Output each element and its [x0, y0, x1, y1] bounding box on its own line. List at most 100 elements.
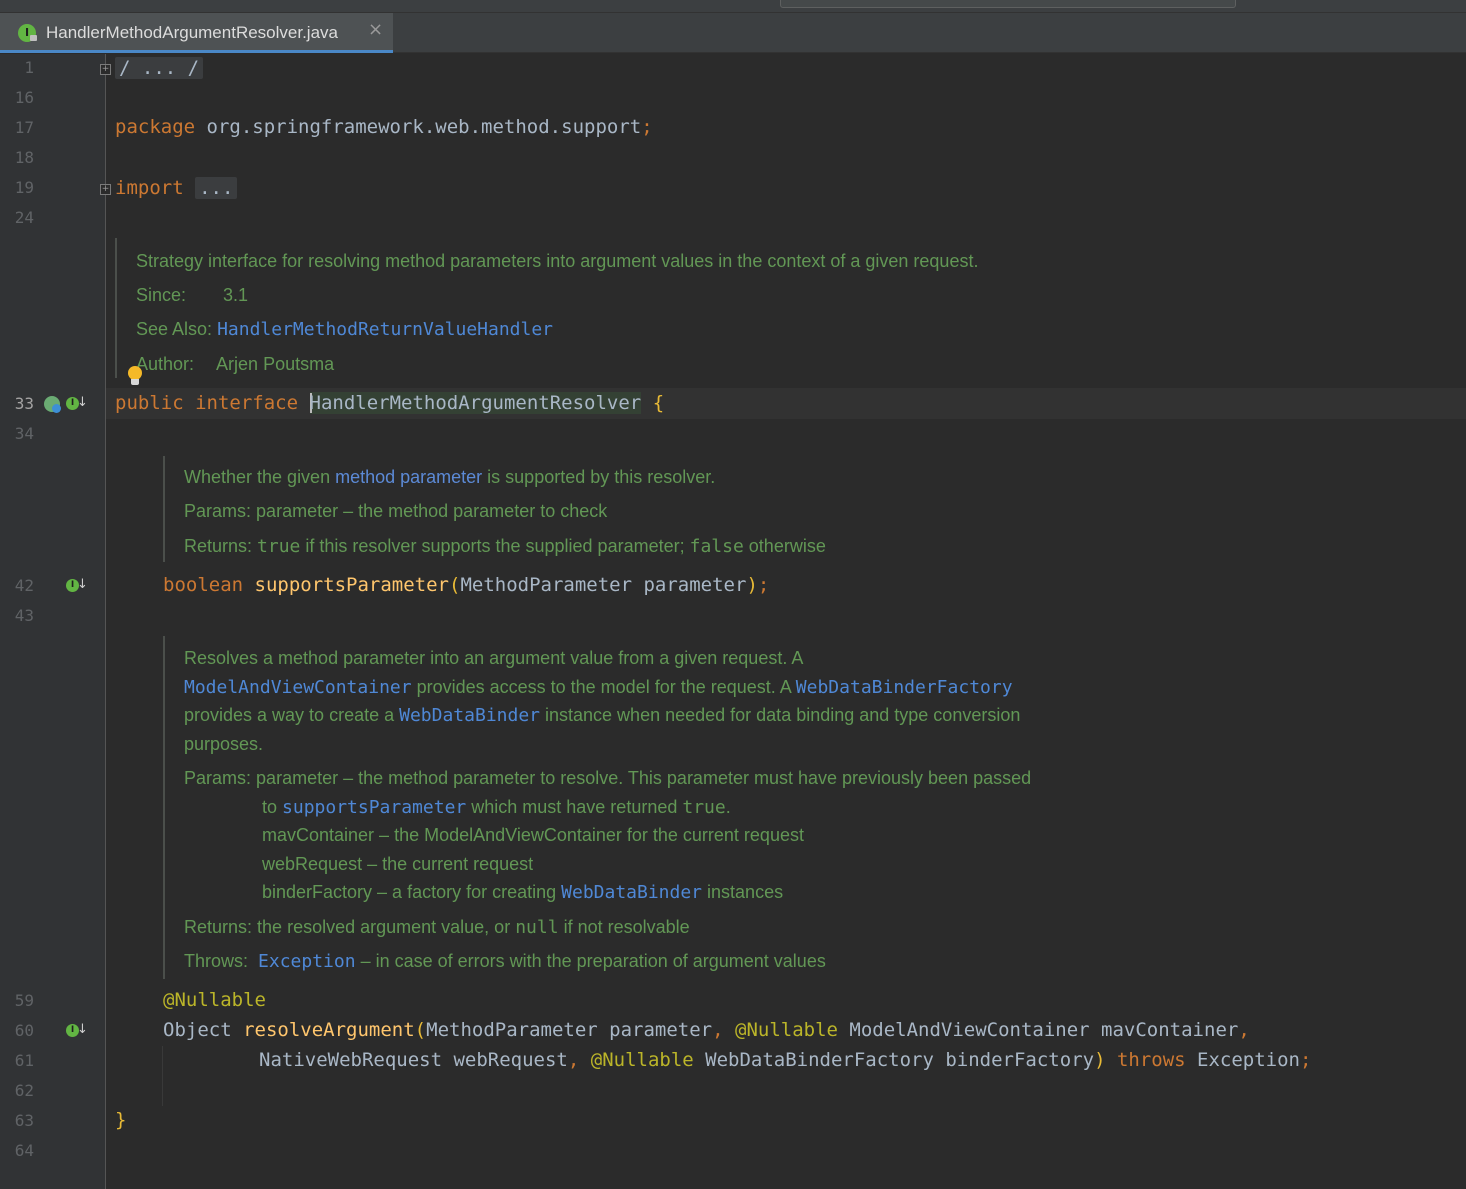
line-number: 63 — [14, 1111, 34, 1130]
javadoc-resolve-line2: ModelAndViewContainer provides access to… — [184, 677, 1013, 698]
line-number: 62 — [14, 1081, 34, 1100]
method-name-resolve-argument: resolveArgument — [243, 1019, 415, 1041]
line-number: 19 — [14, 178, 34, 197]
code-line-19[interactable]: import ... — [115, 176, 238, 200]
see-also-label: See Also: — [136, 319, 213, 339]
folded-imports[interactable]: ... — [195, 177, 238, 199]
line-number: 1 — [24, 58, 34, 77]
close-brace: } — [115, 1109, 127, 1131]
line-number: 43 — [14, 606, 34, 625]
line-number: 64 — [14, 1141, 34, 1160]
params-label: Params: — [184, 501, 252, 521]
open-brace: { — [652, 392, 665, 414]
code-line-1[interactable]: / ... / — [115, 56, 204, 80]
since-value: 3.1 — [223, 285, 249, 305]
title-strip — [0, 0, 1466, 13]
return-type: Object — [163, 1019, 244, 1041]
exception-link[interactable]: Exception — [258, 951, 356, 972]
params-label: Params: — [184, 768, 252, 788]
method-params: MethodParameter parameter — [460, 574, 747, 596]
method-name-supports-parameter: supportsParameter — [254, 574, 449, 596]
javadoc-resolve-params-3: mavContainer – the ModelAndViewContainer… — [262, 825, 804, 845]
indent-guide — [162, 1046, 163, 1106]
intention-bulb-icon[interactable] — [128, 366, 142, 385]
javadoc-resolve-params-5: binderFactory – a factory for creating W… — [262, 882, 784, 903]
line-number: 18 — [14, 148, 34, 167]
keyword-public: public — [115, 392, 184, 414]
annotation-nullable: @Nullable — [735, 1019, 838, 1041]
lock-icon — [30, 35, 37, 41]
javadoc-author: Author: Arjen Poutsma — [136, 352, 334, 376]
javadoc-resolve-throws: Throws: Exception – in case of errors wi… — [184, 951, 826, 972]
web-data-binder-link[interactable]: WebDataBinder — [399, 705, 540, 726]
javadoc-resolve-line3: provides a way to create a WebDataBinder… — [184, 705, 1021, 726]
throws-label: Throws: — [184, 951, 249, 971]
javadoc-resolve-params-4: webRequest – the current request — [262, 854, 534, 874]
since-label: Since: — [136, 285, 187, 305]
line-number: 34 — [14, 424, 34, 443]
supports-parameter-link[interactable]: supportsParameter — [282, 797, 466, 818]
keyword-interface: interface — [195, 392, 299, 414]
see-also-link[interactable]: HandlerMethodReturnValueHandler — [217, 319, 553, 340]
interface-file-icon: I — [18, 24, 37, 42]
keyword-package: package — [115, 116, 196, 138]
keyword-import: import — [115, 177, 184, 199]
close-icon[interactable]: × — [368, 19, 383, 40]
method-parameter-link[interactable]: method parameter — [335, 467, 482, 487]
javadoc-supports-params: Params: parameter – the method parameter… — [184, 499, 607, 523]
line-number: 17 — [14, 118, 34, 137]
fold-toggle-icon[interactable]: + — [100, 64, 111, 75]
semicolon: ; — [641, 116, 653, 138]
keyword-throws: throws — [1105, 1049, 1186, 1071]
go-to-implementation-arrow-icon[interactable]: ↓ — [77, 577, 88, 592]
code-line-60[interactable]: Object resolveArgument(MethodParameter p… — [163, 1018, 1250, 1042]
web-data-binder-link[interactable]: WebDataBinder — [561, 882, 702, 903]
javadoc-resolve-argument — [163, 636, 165, 979]
folded-header-comment[interactable]: / ... / — [115, 57, 204, 79]
javadoc-interface — [115, 238, 117, 378]
line-number: 60 — [14, 1021, 34, 1040]
line-number-current: 33 — [14, 394, 34, 413]
author-label: Author: — [136, 354, 195, 374]
javadoc-supports-parameter — [163, 456, 165, 562]
author-value: Arjen Poutsma — [216, 354, 335, 374]
returns-label: Returns: — [184, 536, 253, 556]
fold-toggle-icon[interactable]: + — [100, 184, 111, 195]
interface-name: HandlerMethodArgumentResolver — [309, 392, 642, 414]
tab-label: HandlerMethodArgumentResolver.java — [46, 23, 338, 42]
search-field[interactable] — [780, 0, 1236, 8]
annotation-nullable: @Nullable — [590, 1049, 694, 1071]
go-to-implementation-arrow-icon[interactable]: ↓ — [77, 1022, 88, 1037]
annotation-nullable: @Nullable — [163, 989, 266, 1011]
javadoc-resolve-line1: Resolves a method parameter into an argu… — [184, 648, 804, 668]
code-line-33[interactable]: public interface HandlerMethodArgumentRe… — [115, 391, 664, 415]
spring-bean-icon[interactable] — [44, 396, 61, 413]
code-line-42[interactable]: boolean supportsParameter(MethodParamete… — [163, 573, 769, 597]
code-line-61[interactable]: NativeWebRequest webRequest, @Nullable W… — [259, 1048, 1311, 1072]
returns-label: Returns: — [184, 917, 253, 937]
line-number: 24 — [14, 208, 34, 227]
web-data-binder-factory-link[interactable]: WebDataBinderFactory — [796, 677, 1013, 698]
javadoc-supports-summary: Whether the given method parameter is su… — [184, 467, 716, 487]
javadoc-resolve-returns: Returns: the resolved argument value, or… — [184, 917, 690, 938]
javadoc-resolve-params-2: to supportsParameter which must have ret… — [262, 797, 731, 818]
javadoc-summary: Strategy interface for resolving method … — [136, 251, 979, 271]
line-number: 42 — [14, 576, 34, 595]
javadoc-resolve-line4: purposes. — [184, 734, 264, 754]
editor-tab-bar: I HandlerMethodArgumentResolver.java × — [0, 13, 1466, 53]
javadoc-since: Since: 3.1 — [136, 283, 248, 307]
javadoc-resolve-params-1: Params: parameter – the method parameter… — [184, 768, 1032, 788]
tab-handler-method-argument-resolver[interactable]: I HandlerMethodArgumentResolver.java × — [0, 13, 393, 53]
code-line-59[interactable]: @Nullable — [163, 988, 266, 1012]
javadoc-see-also: See Also: HandlerMethodReturnValueHandle… — [136, 317, 553, 342]
go-to-implementation-arrow-icon[interactable]: ↓ — [77, 395, 88, 410]
code-line-17[interactable]: package org.springframework.web.method.s… — [115, 115, 653, 139]
line-number: 59 — [14, 991, 34, 1010]
javadoc-supports-returns: Returns: true if this resolver supports … — [184, 536, 826, 557]
model-and-view-container-link[interactable]: ModelAndViewContainer — [184, 677, 412, 698]
line-number: 16 — [14, 88, 34, 107]
params-value: parameter – the method parameter to chec… — [256, 501, 608, 521]
keyword-boolean: boolean — [163, 574, 244, 596]
code-line-63[interactable]: } — [115, 1108, 126, 1132]
package-name: org.springframework.web.method.support — [195, 116, 642, 138]
